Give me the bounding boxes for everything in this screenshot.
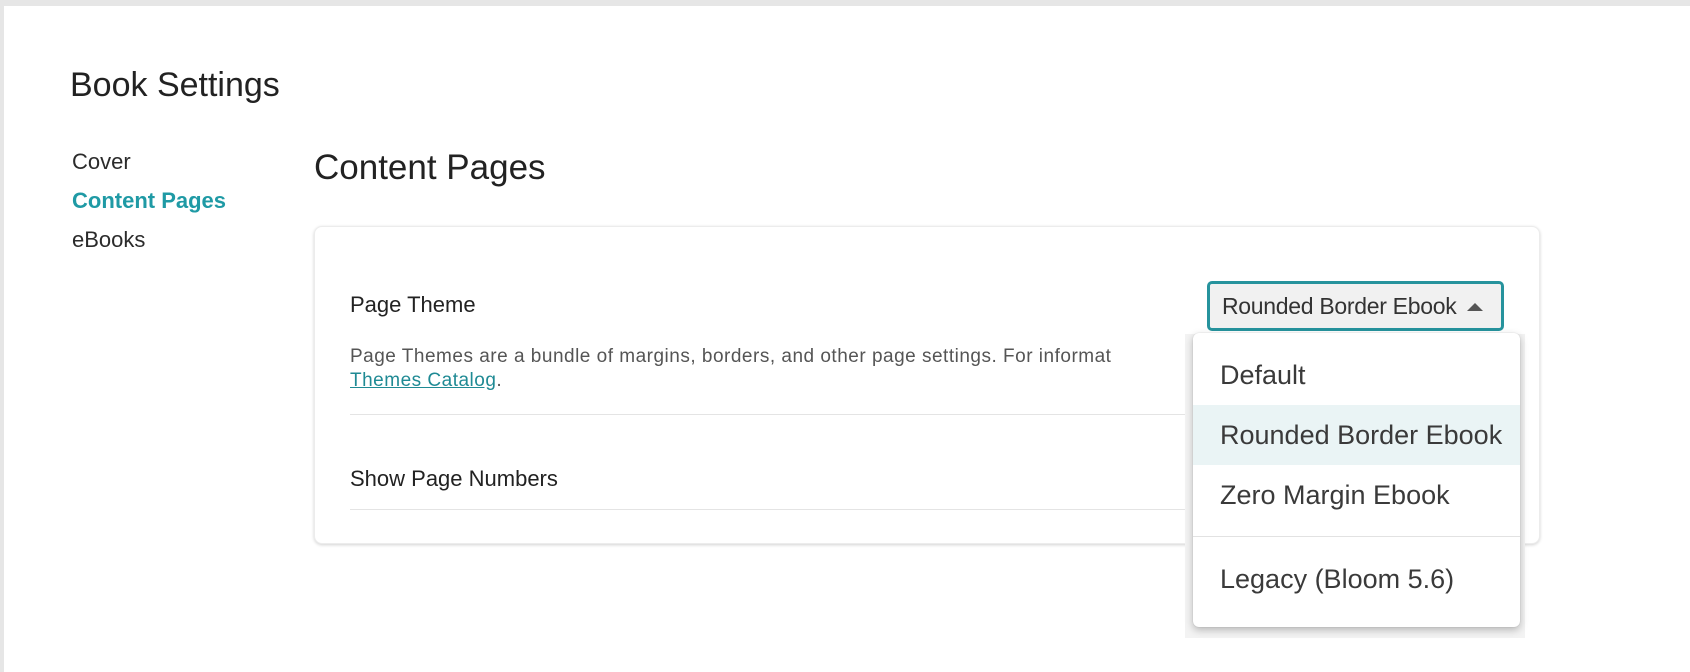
page-title: Book Settings	[70, 66, 280, 104]
themes-catalog-link[interactable]: Themes Catalog	[350, 370, 496, 391]
menu-divider	[1193, 536, 1520, 537]
page-theme-description-text: Page Themes are a bundle of margins, bor…	[350, 346, 1112, 367]
description-period: .	[496, 370, 503, 391]
caret-up-icon	[1467, 303, 1483, 311]
settings-nav: Cover Content Pages eBooks	[72, 148, 292, 265]
settings-page: Book Settings Cover Content Pages eBooks…	[4, 6, 1690, 672]
show-page-numbers-label: Show Page Numbers	[350, 466, 558, 491]
nav-item-cover[interactable]: Cover	[72, 148, 292, 187]
page-theme-label: Page Theme	[350, 292, 476, 317]
page-theme-description: Page Themes are a bundle of margins, bor…	[350, 345, 1200, 397]
nav-item-content-pages[interactable]: Content Pages	[72, 187, 292, 226]
menu-item-default[interactable]: Default	[1193, 345, 1520, 405]
page-theme-select-value: Rounded Border Ebook	[1222, 293, 1457, 319]
menu-item-legacy[interactable]: Legacy (Bloom 5.6)	[1193, 549, 1520, 609]
menu-item-zero-margin-ebook[interactable]: Zero Margin Ebook	[1193, 465, 1520, 525]
page-theme-select[interactable]: Rounded Border Ebook	[1207, 281, 1504, 331]
menu-item-rounded-border-ebook[interactable]: Rounded Border Ebook	[1193, 405, 1520, 465]
page-theme-menu: Default Rounded Border Ebook Zero Margin…	[1193, 333, 1520, 627]
nav-item-ebooks[interactable]: eBooks	[72, 226, 292, 265]
section-title: Content Pages	[314, 148, 546, 187]
